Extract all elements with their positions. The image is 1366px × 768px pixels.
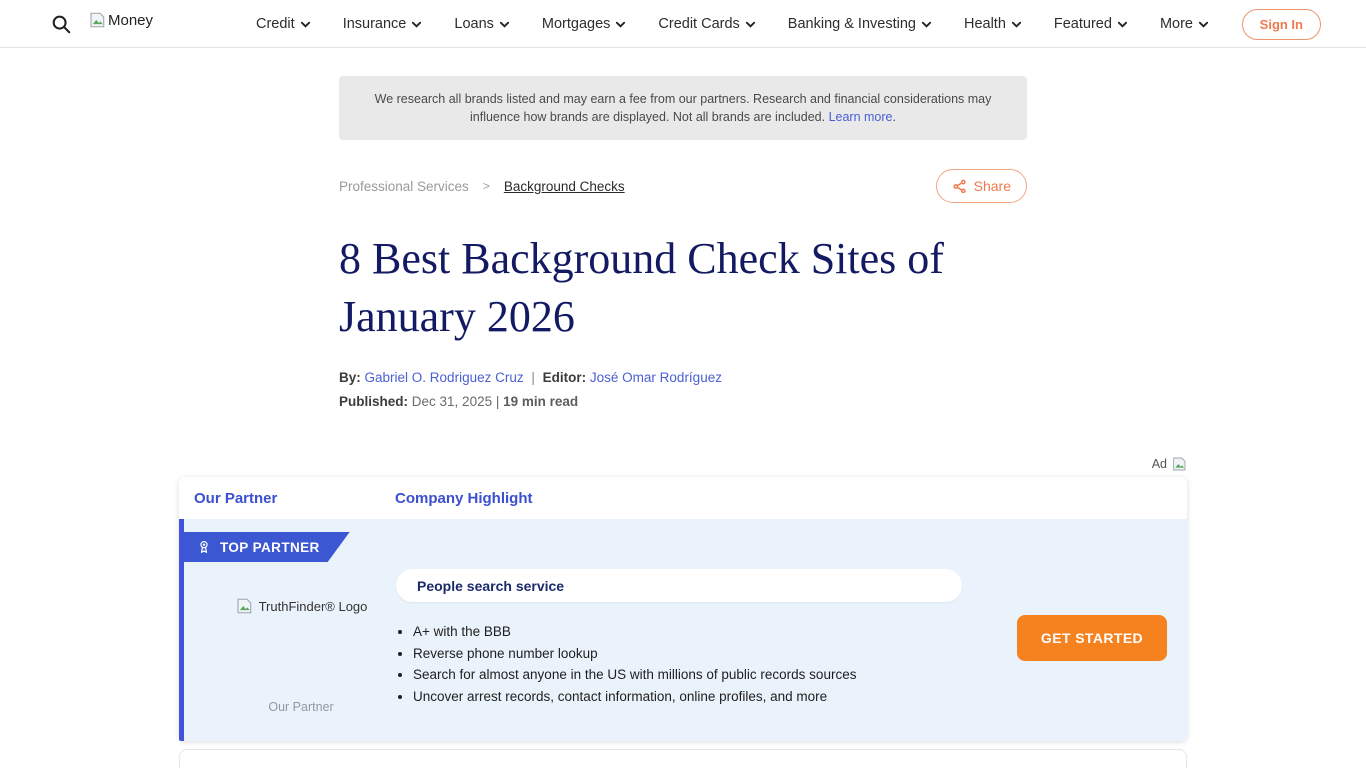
highlight-bullet-list: A+ with the BBB Reverse phone number loo… bbox=[413, 621, 856, 707]
ribbon-label: TOP PARTNER bbox=[220, 540, 320, 555]
editor-link[interactable]: José Omar Rodríguez bbox=[590, 370, 722, 385]
publish-info: Published: Dec 31, 2025 | 19 min read bbox=[339, 394, 1027, 409]
broken-image-icon bbox=[235, 597, 253, 615]
breadcrumb-chevron-icon: > bbox=[483, 179, 490, 193]
partner-card-body: TOP PARTNER TruthFinder® Logo Our Partne… bbox=[179, 519, 1187, 741]
breadcrumb: Professional Services > Background Check… bbox=[339, 179, 625, 194]
author-link[interactable]: Gabriel O. Rodriguez Cruz bbox=[365, 370, 524, 385]
published-date: Dec 31, 2025 bbox=[412, 394, 492, 409]
highlight-bullet: Reverse phone number lookup bbox=[413, 643, 856, 665]
broken-image-icon bbox=[88, 11, 106, 29]
highlight-bullet: Uncover arrest records, contact informat… bbox=[413, 686, 856, 708]
highlight-bullet: Search for almost anyone in the US with … bbox=[413, 664, 856, 686]
published-label: Published: bbox=[339, 394, 408, 409]
service-category-pill: People search service bbox=[396, 569, 962, 602]
advertiser-disclosure: We research all brands listed and may ea… bbox=[339, 76, 1027, 140]
chevron-down-icon bbox=[411, 19, 422, 30]
nav-item-banking-investing[interactable]: Banking & Investing bbox=[788, 16, 932, 32]
nav-item-credit[interactable]: Credit bbox=[256, 16, 311, 32]
share-icon bbox=[952, 179, 967, 194]
chevron-down-icon bbox=[615, 19, 626, 30]
our-partner-note: Our Partner bbox=[206, 700, 396, 714]
chevron-down-icon bbox=[1011, 19, 1022, 30]
top-partner-ribbon: TOP PARTNER bbox=[184, 532, 350, 562]
search-icon[interactable] bbox=[50, 12, 74, 36]
top-partner-card: Our Partner Company Highlight TOP PARTNE… bbox=[179, 477, 1187, 741]
breadcrumb-current-link[interactable]: Background Checks bbox=[504, 179, 625, 194]
chevron-down-icon bbox=[1117, 19, 1128, 30]
chevron-down-icon bbox=[300, 19, 311, 30]
get-started-button[interactable]: GET STARTED bbox=[1017, 615, 1167, 661]
nav-item-health[interactable]: Health bbox=[964, 16, 1022, 32]
money-logo[interactable]: Money bbox=[88, 11, 153, 29]
chevron-down-icon bbox=[499, 19, 510, 30]
ad-label-row: Ad bbox=[179, 455, 1187, 473]
editor-label: Editor: bbox=[543, 370, 587, 385]
chevron-down-icon bbox=[745, 19, 756, 30]
byline: By: Gabriel O. Rodriguez Cruz | Editor: … bbox=[339, 370, 1027, 385]
logo-text: Money bbox=[108, 12, 153, 29]
share-label: Share bbox=[974, 178, 1011, 194]
nav-item-more[interactable]: More bbox=[1160, 16, 1209, 32]
share-button[interactable]: Share bbox=[936, 169, 1027, 203]
highlight-bullet: A+ with the BBB bbox=[413, 621, 856, 643]
sign-in-button[interactable]: Sign In bbox=[1242, 9, 1321, 40]
chevron-down-icon bbox=[921, 19, 932, 30]
medal-icon bbox=[196, 539, 212, 555]
nav-item-insurance[interactable]: Insurance bbox=[343, 16, 423, 32]
learn-more-link[interactable]: Learn more bbox=[829, 110, 893, 124]
by-label: By: bbox=[339, 370, 361, 385]
next-partner-card-partial bbox=[179, 749, 1187, 768]
partner-logo[interactable]: TruthFinder® Logo bbox=[206, 597, 396, 615]
our-partner-column-header: Our Partner bbox=[179, 490, 395, 507]
read-time: 19 min read bbox=[503, 394, 578, 409]
partner-logo-alt-text: TruthFinder® Logo bbox=[259, 599, 368, 614]
page-title: 8 Best Background Check Sites of January… bbox=[339, 230, 1027, 346]
chevron-down-icon bbox=[1198, 19, 1209, 30]
primary-nav: Credit Insurance Loans Mortgages Credit … bbox=[256, 0, 1209, 48]
disclosure-text: We research all brands listed and may ea… bbox=[375, 92, 992, 124]
nav-item-credit-cards[interactable]: Credit Cards bbox=[658, 16, 755, 32]
nav-item-featured[interactable]: Featured bbox=[1054, 16, 1128, 32]
breadcrumb-parent-link[interactable]: Professional Services bbox=[339, 179, 469, 194]
nav-item-loans[interactable]: Loans bbox=[454, 16, 510, 32]
top-navigation-bar: Money Credit Insurance Loans Mortgages C… bbox=[0, 0, 1366, 48]
company-highlight-column-header: Company Highlight bbox=[395, 490, 533, 507]
nav-item-mortgages[interactable]: Mortgages bbox=[542, 16, 627, 32]
ad-label: Ad bbox=[1152, 457, 1167, 471]
partner-card-header: Our Partner Company Highlight bbox=[179, 477, 1187, 519]
broken-image-icon bbox=[1171, 456, 1187, 472]
